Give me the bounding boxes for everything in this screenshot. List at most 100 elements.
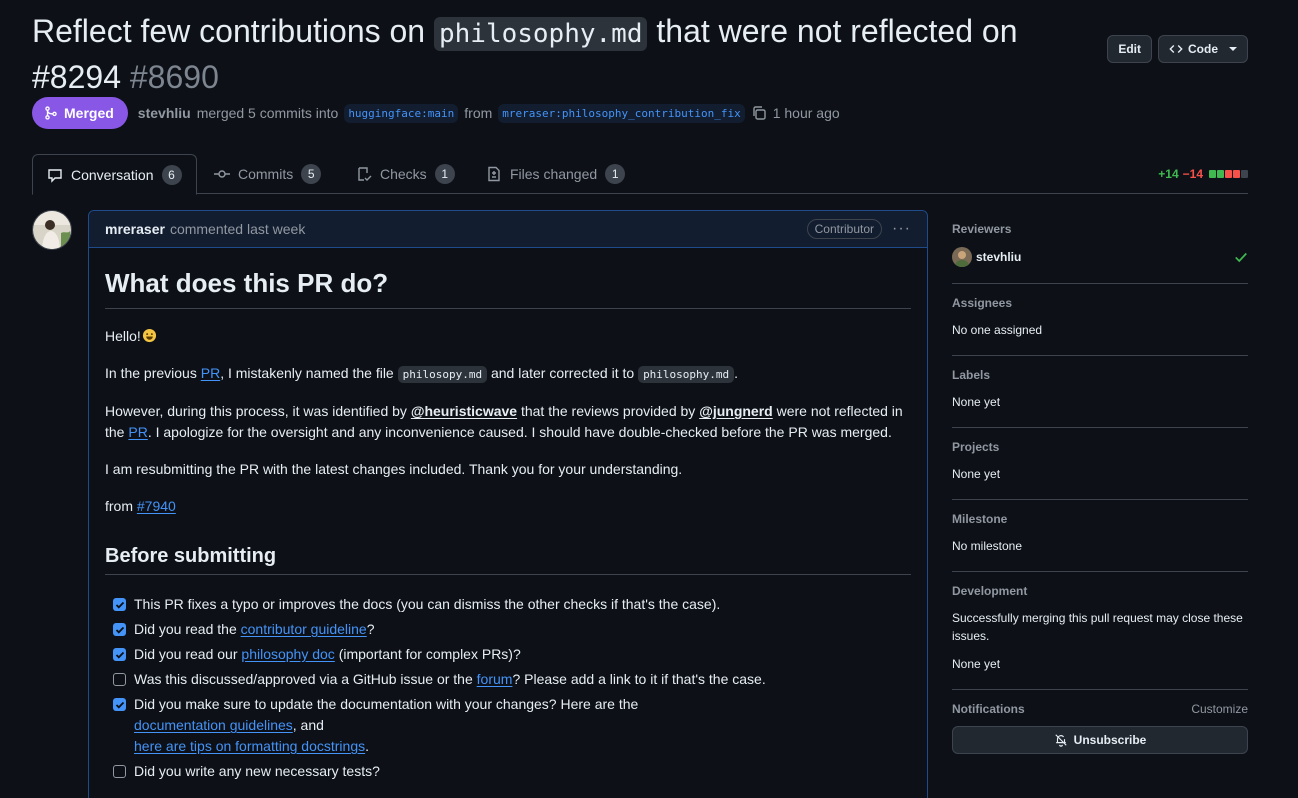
text: (important for complex PRs)? bbox=[334, 646, 521, 662]
unsubscribe-button[interactable]: Unsubscribe bbox=[952, 726, 1248, 754]
projects-value: None yet bbox=[952, 467, 1001, 481]
tab-counter: 6 bbox=[161, 164, 182, 185]
forum-link[interactable]: forum bbox=[477, 671, 513, 687]
customize-link[interactable]: Customize bbox=[1191, 702, 1248, 716]
text: ? bbox=[366, 621, 375, 637]
philosophy-doc-link[interactable]: philosophy doc bbox=[241, 646, 334, 662]
heading-what-does-this-pr-do: What does this PR do? bbox=[105, 267, 911, 309]
code-button[interactable]: Code bbox=[1158, 35, 1248, 63]
pr-link[interactable]: PR bbox=[128, 424, 147, 440]
contributor-guideline-link[interactable]: contributor guideline bbox=[241, 621, 367, 637]
comment-body: What does this PR do? Hello! In the prev… bbox=[89, 267, 927, 782]
docstring-tips-link[interactable]: here are tips on formatting docstrings bbox=[134, 738, 365, 754]
reviewer-avatar bbox=[952, 247, 972, 267]
pr-title: Reflect few contributions on philosophy.… bbox=[32, 10, 1092, 99]
mention-link[interactable]: @heuristicwave bbox=[411, 403, 517, 419]
diffstat: +14 −14 bbox=[1158, 167, 1248, 181]
sidebar-title[interactable]: Development bbox=[952, 584, 1248, 598]
sidebar-title[interactable]: Projects bbox=[952, 440, 1248, 454]
tab-commits[interactable]: Commits 5 bbox=[200, 154, 335, 194]
edit-button[interactable]: Edit bbox=[1107, 35, 1152, 63]
comment-header: mreraser commented last week Contributor… bbox=[89, 211, 927, 248]
comment-author[interactable]: mreraser bbox=[105, 221, 165, 237]
base-branch[interactable]: huggingface:main bbox=[344, 103, 459, 123]
diffstat-block-neutral bbox=[1241, 170, 1248, 178]
task-text: Did you read the contributor guideline? bbox=[134, 619, 375, 640]
tab-conversation[interactable]: Conversation 6 bbox=[32, 154, 197, 195]
checkbox-checked[interactable] bbox=[113, 598, 126, 611]
pr-number: #8690 bbox=[129, 59, 219, 95]
sidebar-title[interactable]: Assignees bbox=[952, 296, 1248, 310]
labels-value: None yet bbox=[952, 395, 1001, 409]
code-icon bbox=[1169, 45, 1183, 53]
documentation-guidelines-link[interactable]: documentation guidelines bbox=[134, 717, 293, 733]
header-actions: Edit Code bbox=[1107, 35, 1248, 63]
diffstat-block-add bbox=[1209, 170, 1216, 178]
task-text: Was this discussed/approved via a GitHub… bbox=[134, 669, 766, 690]
text: Did you read the bbox=[134, 621, 241, 637]
assignees-value: No one assigned bbox=[952, 323, 1043, 337]
pr-title-text-1: Reflect few contributions on bbox=[32, 13, 434, 49]
text: and later corrected it to bbox=[487, 365, 639, 381]
pr-title-code: philosophy.md bbox=[433, 17, 648, 51]
kebab-menu-icon[interactable]: ··· bbox=[892, 220, 911, 238]
tab-label: Files changed bbox=[510, 166, 598, 182]
status-label: Merged bbox=[64, 105, 114, 121]
sidebar-labels: Labels None yet bbox=[952, 356, 1248, 428]
task-text: Did you read our philosophy doc (importa… bbox=[134, 644, 521, 665]
comment-time[interactable]: commented last week bbox=[170, 221, 305, 237]
development-value: None yet bbox=[952, 657, 1001, 671]
comment-box: mreraser commented last week Contributor… bbox=[88, 210, 928, 798]
merge-action-text: merged 5 commits into bbox=[196, 105, 339, 121]
text: However, during this process, it was ide… bbox=[105, 403, 411, 419]
tab-label: Checks bbox=[380, 166, 427, 182]
unsubscribe-label: Unsubscribe bbox=[1073, 733, 1147, 747]
paragraph-resubmitting: I am resubmitting the PR with the latest… bbox=[105, 461, 683, 477]
text: that the reviews provided by bbox=[517, 403, 700, 419]
task-item: Did you make sure to update the document… bbox=[105, 694, 911, 757]
sidebar-title: Notifications bbox=[952, 702, 1025, 716]
sidebar-title[interactable]: Milestone bbox=[952, 512, 1248, 526]
deletions-count: −14 bbox=[1182, 167, 1203, 181]
text: Did you make sure to update the document… bbox=[134, 696, 639, 712]
tab-label: Commits bbox=[238, 166, 294, 182]
task-item: Did you read our philosophy doc (importa… bbox=[105, 644, 911, 665]
copy-icon[interactable] bbox=[751, 105, 767, 121]
task-text: Did you make sure to update the document… bbox=[134, 694, 638, 757]
hello-text: Hello! bbox=[105, 328, 141, 344]
from-text: from bbox=[464, 105, 493, 121]
reviewer-name: stevhliu bbox=[976, 250, 1022, 264]
inline-code: philosophy.md bbox=[638, 366, 735, 383]
sidebar-title[interactable]: Labels bbox=[952, 368, 1248, 382]
pr-meta: Merged stevhliu merged 5 commits into hu… bbox=[32, 97, 840, 129]
task-item: Did you write any new necessary tests? bbox=[105, 761, 911, 782]
text: from bbox=[105, 498, 137, 514]
status-badge: Merged bbox=[32, 97, 128, 129]
sidebar-development: Development Successfully merging this pu… bbox=[952, 572, 1248, 690]
tab-checks[interactable]: Checks 1 bbox=[342, 154, 469, 194]
tab-files-changed[interactable]: Files changed 1 bbox=[472, 154, 639, 194]
checkbox-unchecked[interactable] bbox=[113, 765, 126, 778]
issue-link[interactable]: #7940 bbox=[137, 498, 176, 514]
sidebar-title[interactable]: Reviewers bbox=[952, 222, 1248, 236]
file-diff-icon bbox=[488, 166, 500, 182]
checkbox-checked[interactable] bbox=[113, 623, 126, 636]
pr-link[interactable]: PR bbox=[201, 365, 220, 381]
text: This PR fixes a typo or improves the doc… bbox=[134, 596, 721, 612]
checkbox-unchecked[interactable] bbox=[113, 673, 126, 686]
sidebar-assignees: Assignees No one assigned bbox=[952, 284, 1248, 356]
checkbox-checked[interactable] bbox=[113, 698, 126, 711]
development-text: Successfully merging this pull request m… bbox=[952, 611, 1243, 643]
reviewer-item[interactable]: stevhliu bbox=[952, 247, 1248, 267]
tab-label: Conversation bbox=[71, 166, 154, 183]
head-branch[interactable]: mreraser:philosophy_contribution_fix bbox=[498, 103, 745, 123]
checkbox-checked[interactable] bbox=[113, 648, 126, 661]
avatar[interactable] bbox=[32, 210, 72, 250]
merger-link[interactable]: stevhliu bbox=[138, 105, 191, 121]
inline-code: philosopy.md bbox=[397, 366, 488, 383]
mention-link[interactable]: @jungnerd bbox=[699, 403, 773, 419]
paragraph-previous-pr: In the previous PR, I mistakenly named t… bbox=[105, 363, 911, 385]
text: , and bbox=[292, 717, 324, 733]
paragraph-hello: Hello! bbox=[105, 326, 911, 347]
chevron-down-icon bbox=[1229, 47, 1237, 51]
